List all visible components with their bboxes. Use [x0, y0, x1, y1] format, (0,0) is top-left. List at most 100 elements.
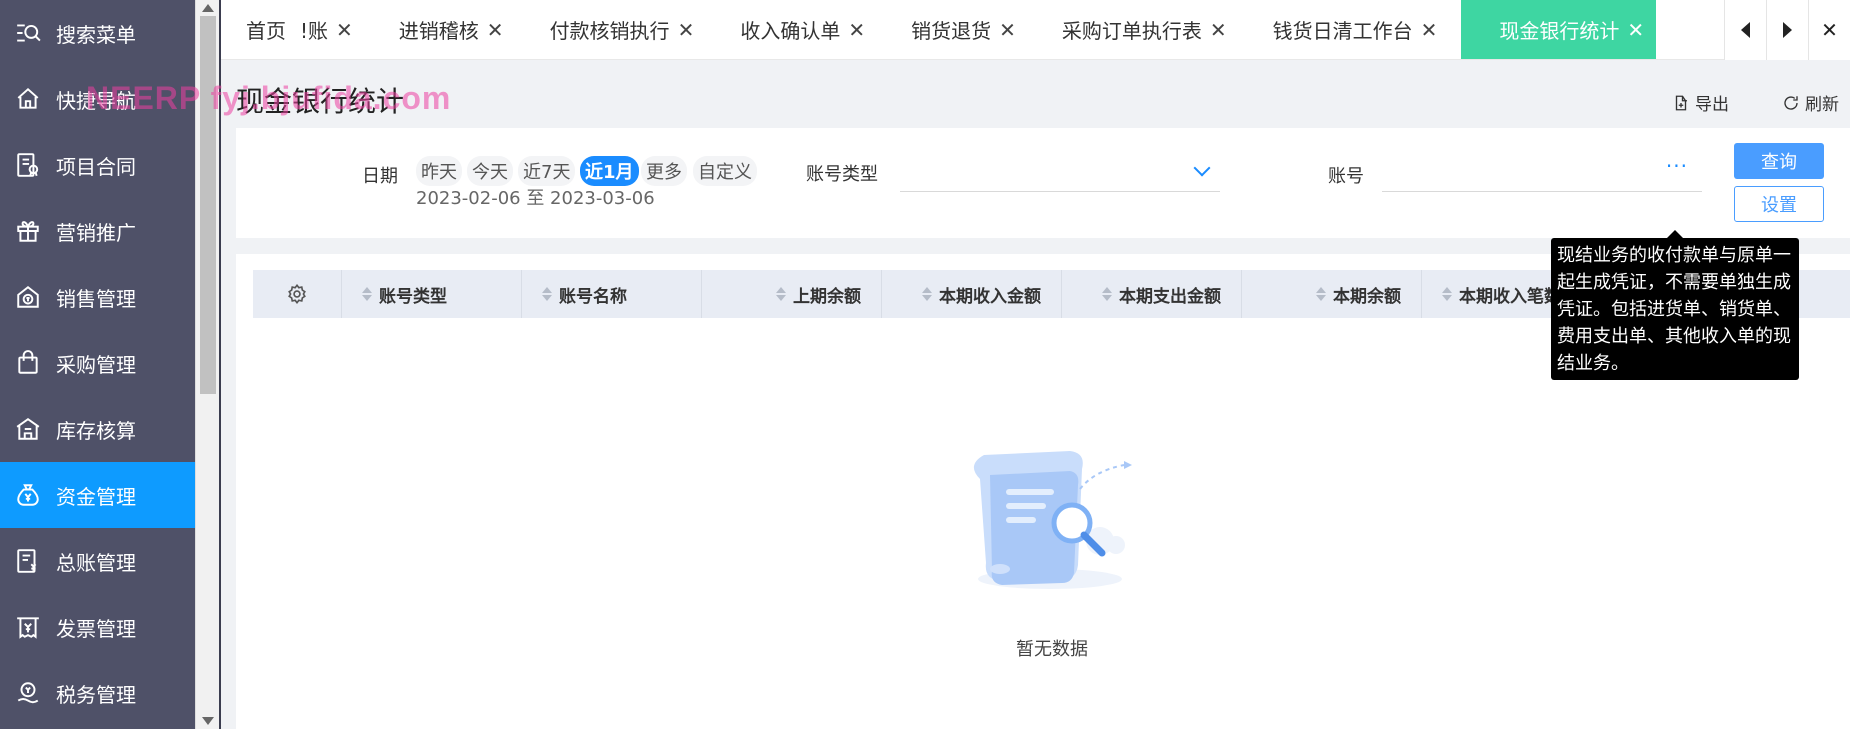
- tab-sales-return[interactable]: 销货退货 ✕: [899, 0, 1050, 59]
- column-header-label: 本期支出金额: [1119, 286, 1221, 307]
- tab-close-icon[interactable]: ✕: [487, 18, 504, 42]
- tab-daily-settlement[interactable]: 钱货日清工作台 ✕: [1261, 0, 1462, 59]
- sort-icon: [542, 287, 552, 301]
- sidebar-item-label: 销售管理: [56, 286, 136, 311]
- chevron-down-icon: [1193, 159, 1211, 177]
- sidebar-item-marketing[interactable]: 营销推广: [0, 198, 195, 264]
- sidebar-item-project-contract[interactable]: 项目合同: [0, 132, 195, 198]
- empty-data-text: 暂无数据: [1016, 639, 1088, 660]
- tab-label: 销货退货: [911, 19, 992, 43]
- tab-payment-writeoff[interactable]: 付款核销执行 ✕: [538, 0, 729, 59]
- sidebar-item-sales[interactable]: 销售管理: [0, 264, 195, 330]
- sort-icon: [776, 287, 786, 301]
- tab-close-icon[interactable]: ✕: [1421, 18, 1438, 42]
- query-button[interactable]: 查询: [1734, 143, 1824, 179]
- date-option-today[interactable]: 今天: [467, 156, 513, 186]
- sort-icon: [922, 287, 932, 301]
- gear-icon: [288, 283, 306, 305]
- sidebar-item-label: 税务管理: [56, 682, 136, 707]
- column-header-current-balance[interactable]: 本期余额: [1242, 270, 1422, 318]
- shopping-bag-icon: [14, 349, 42, 377]
- gift-icon: [14, 217, 42, 245]
- sidebar-item-label: 搜索菜单: [56, 22, 136, 47]
- search-menu-icon: [14, 19, 42, 47]
- sidebar-scrollbar[interactable]: [195, 0, 219, 729]
- tooltip: 现结业务的收付款单与原单一起生成凭证，不需要单独生成凭证。包括进货单、销货单、费…: [1551, 230, 1799, 380]
- scroll-down-arrow-icon[interactable]: [202, 717, 214, 725]
- tab-scroll-right-button[interactable]: [1766, 0, 1808, 60]
- tab-home[interactable]: 首页: [221, 0, 300, 59]
- date-option-yesterday[interactable]: 昨天: [416, 156, 462, 186]
- export-button[interactable]: 导出: [1672, 90, 1729, 115]
- column-settings-button[interactable]: [253, 270, 342, 318]
- sales-icon: [14, 283, 42, 311]
- account-input[interactable]: ···: [1382, 150, 1702, 192]
- sidebar-divider: [219, 0, 221, 729]
- column-header-prior-balance[interactable]: 上期余额: [702, 270, 882, 318]
- date-option-custom[interactable]: 自定义: [693, 156, 757, 186]
- tab-scroll-left-button[interactable]: [1724, 0, 1766, 60]
- sidebar-item-purchase[interactable]: 采购管理: [0, 330, 195, 396]
- date-option-last-7-days[interactable]: 近7天: [518, 156, 576, 186]
- caret-left-icon: [1741, 22, 1750, 38]
- tab-purchase-sales-audit[interactable]: 进销稽核 ✕: [387, 0, 538, 59]
- more-options-icon[interactable]: ···: [1666, 154, 1688, 178]
- tab-label: 收入确认单: [740, 19, 841, 43]
- column-header-account-name[interactable]: 账号名称: [522, 270, 702, 318]
- date-option-last-month[interactable]: 近1月: [580, 156, 639, 186]
- column-header-label: 账号类型: [379, 286, 447, 307]
- sidebar-item-label: 快捷导航: [56, 88, 136, 113]
- sort-icon: [1442, 287, 1452, 301]
- tab-revenue-confirmation[interactable]: 收入确认单 ✕: [728, 0, 899, 59]
- tab-close-icon[interactable]: ✕: [678, 18, 695, 42]
- tab-purchase-order-execution[interactable]: 采购订单执行表 ✕: [1050, 0, 1261, 59]
- close-all-tabs-button[interactable]: ✕: [1808, 0, 1850, 60]
- column-header-expense-amount[interactable]: 本期支出金额: [1062, 270, 1242, 318]
- sidebar: 搜索菜单 快捷导航 项目合同 营销推广 销售管理 采购管理 库存核算 资金管理 …: [0, 0, 195, 729]
- tab-label: 进销稽核: [398, 19, 479, 43]
- scrollbar-thumb[interactable]: [200, 16, 216, 394]
- tab-close-icon[interactable]: ✕: [848, 18, 865, 42]
- tab-account[interactable]: !账 ✕: [300, 0, 387, 59]
- column-header-label: 账号名称: [559, 286, 627, 307]
- sidebar-item-label: 营销推广: [56, 220, 136, 245]
- invoice-icon: [14, 613, 42, 641]
- tab-close-icon[interactable]: ✕: [1210, 18, 1227, 42]
- sidebar-item-invoice[interactable]: 发票管理: [0, 594, 195, 660]
- column-header-label: 本期收入笔数: [1459, 286, 1561, 307]
- tab-label: 付款核销执行: [549, 19, 670, 43]
- settings-button[interactable]: 设置: [1734, 186, 1824, 222]
- warehouse-icon: [14, 415, 42, 443]
- date-label: 日期: [362, 166, 398, 187]
- export-icon: [1675, 95, 1687, 110]
- tax-icon: [14, 679, 42, 707]
- tab-close-icon[interactable]: ✕: [999, 18, 1016, 42]
- sidebar-item-funds[interactable]: 资金管理: [0, 462, 195, 528]
- page-title: 现金银行统计: [236, 85, 405, 118]
- column-header-account-type[interactable]: 账号类型: [342, 270, 522, 318]
- sort-icon: [362, 287, 372, 301]
- sidebar-item-search-menu[interactable]: 搜索菜单: [0, 0, 195, 66]
- refresh-label: 刷新: [1805, 95, 1839, 115]
- date-option-more[interactable]: 更多: [641, 156, 687, 186]
- sidebar-item-general-ledger[interactable]: 总账管理: [0, 528, 195, 594]
- date-range-text: 2023-02-06 至 2023-03-06: [416, 188, 655, 209]
- tab-close-icon[interactable]: ✕: [336, 18, 353, 42]
- scroll-up-arrow-icon[interactable]: [202, 4, 214, 12]
- refresh-icon: [1784, 95, 1798, 110]
- sidebar-item-label: 项目合同: [56, 154, 136, 179]
- caret-right-icon: [1783, 22, 1792, 38]
- account-type-select[interactable]: [900, 150, 1220, 192]
- sidebar-item-tax[interactable]: 税务管理: [0, 660, 195, 726]
- empty-data-illustration: [973, 451, 1132, 589]
- tab-cash-bank-statistics[interactable]: 现金银行统计 ✕: [1461, 0, 1657, 59]
- column-header-income-amount[interactable]: 本期收入金额: [882, 270, 1062, 318]
- sidebar-item-quick-nav[interactable]: 快捷导航: [0, 66, 195, 132]
- tab-close-icon[interactable]: ✕: [1627, 18, 1644, 42]
- tab-label: 采购订单执行表: [1061, 19, 1202, 43]
- refresh-button[interactable]: 刷新: [1782, 90, 1839, 115]
- ledger-icon: [14, 547, 42, 575]
- sidebar-item-inventory[interactable]: 库存核算: [0, 396, 195, 462]
- tab-label: 首页: [246, 19, 286, 43]
- column-header-label: 本期收入金额: [939, 286, 1041, 307]
